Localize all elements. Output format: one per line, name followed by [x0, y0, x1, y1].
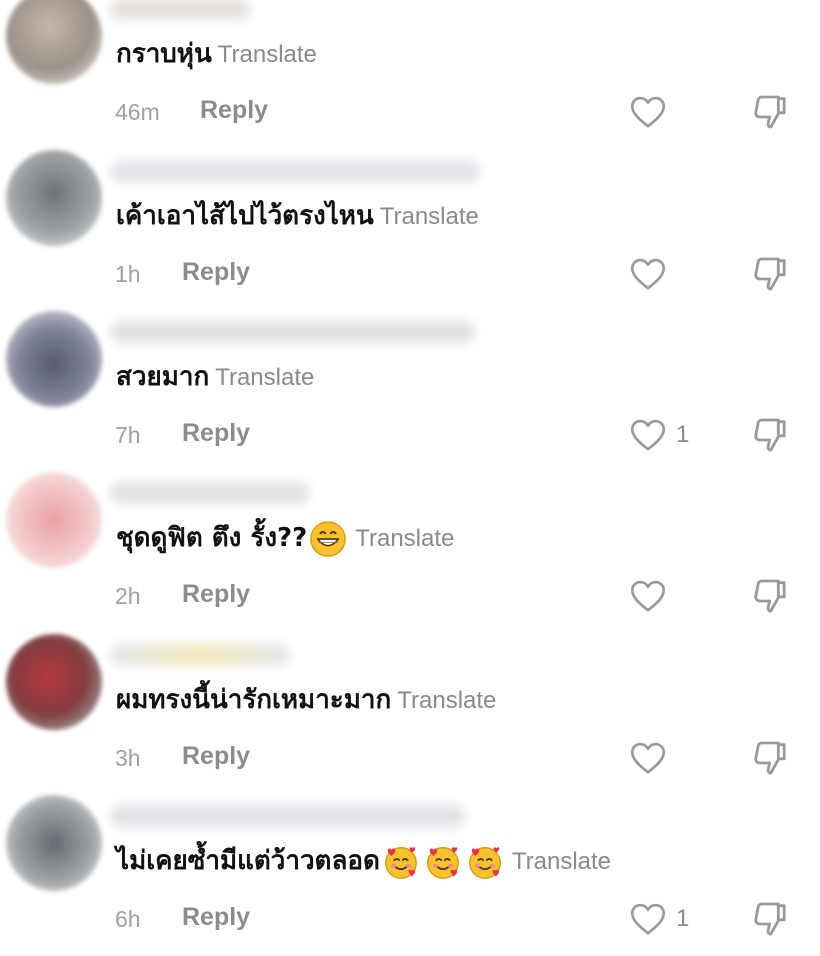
reply-button[interactable]: Reply	[182, 580, 250, 609]
like-button[interactable]: 1	[630, 415, 689, 455]
translate-link[interactable]: Translate	[215, 364, 314, 391]
reply-button[interactable]: Reply	[182, 258, 250, 287]
like-button[interactable]	[630, 576, 676, 616]
username-blurred[interactable]	[110, 482, 310, 504]
avatar[interactable]	[6, 0, 102, 84]
comment-time: 46m	[115, 99, 160, 125]
comment-text: ไม่เคยซ้ำมีแต่ว้าวตลอด Translate	[116, 843, 611, 881]
comment-time: 6h	[115, 906, 141, 932]
like-button[interactable]	[630, 738, 676, 778]
comment-item: สวยมาก Translate 7h Reply 1	[0, 311, 820, 472]
like-button[interactable]	[630, 254, 676, 294]
comment-text: ชุดดูฟิต ตึง รั้ง?? Translate	[116, 520, 454, 558]
translate-link[interactable]: Translate	[380, 203, 479, 230]
thumbs-down-outline-icon	[754, 95, 786, 129]
comment-body: ชุดดูฟิต ตึง รั้ง??	[116, 523, 308, 553]
dislike-button[interactable]	[750, 576, 790, 621]
dislike-button[interactable]	[750, 254, 790, 299]
dislike-button[interactable]	[750, 738, 790, 783]
comment-text: เค้าเอาไส้ไปไว้ตรงไหน Translate	[116, 198, 479, 234]
comment-item: กราบหุ่น Translate 46m Reply	[0, 0, 820, 149]
reply-button[interactable]: Reply	[182, 903, 250, 932]
heart-outline-icon	[630, 742, 666, 774]
heart-outline-icon	[630, 258, 666, 290]
translate-link[interactable]: Translate	[355, 525, 454, 552]
thumbs-down-outline-icon	[754, 741, 786, 775]
comment-time: 2h	[115, 583, 141, 609]
comment-item: เค้าเอาไส้ไปไว้ตรงไหน Translate 1h Reply	[0, 150, 820, 311]
comment-time: 1h	[115, 261, 141, 287]
comment-item: ไม่เคยซ้ำมีแต่ว้าวตลอด Translate 6h Reply…	[0, 795, 820, 956]
dislike-button[interactable]	[750, 92, 790, 137]
comment-item: ผมทรงนี้น่ารักเหมาะมาก Translate 3h Reply	[0, 634, 820, 795]
username-blurred[interactable]	[110, 644, 290, 666]
thumbs-down-outline-icon	[754, 579, 786, 613]
comment-text: สวยมาก Translate	[116, 359, 314, 395]
reply-button[interactable]: Reply	[182, 419, 250, 448]
avatar[interactable]	[6, 795, 102, 891]
comment-body: ผมทรงนี้น่ารักเหมาะมาก	[116, 685, 392, 715]
comment-body: ไม่เคยซ้ำมีแต่ว้าวตลอด	[116, 846, 380, 876]
username-blurred[interactable]	[110, 160, 480, 182]
heart-outline-icon	[630, 96, 666, 128]
avatar[interactable]	[6, 472, 102, 568]
translate-link[interactable]: Translate	[218, 41, 317, 68]
comment-time: 3h	[115, 745, 141, 771]
heart-outline-icon	[630, 419, 666, 451]
smiling-face-with-hearts-icon	[468, 847, 501, 879]
comment-time: 7h	[115, 422, 141, 448]
dislike-button[interactable]	[750, 415, 790, 460]
avatar[interactable]	[6, 150, 102, 246]
like-count: 1	[676, 905, 690, 932]
username-blurred[interactable]	[110, 805, 465, 827]
heart-outline-icon	[630, 903, 666, 935]
heart-outline-icon	[630, 580, 666, 612]
thumbs-down-outline-icon	[754, 257, 786, 291]
comment-item: ชุดดูฟิต ตึง รั้ง?? Translate 2h Reply	[0, 472, 820, 633]
dislike-button[interactable]	[750, 899, 790, 944]
reply-button[interactable]: Reply	[200, 96, 268, 125]
comment-body: กราบหุ่น	[116, 39, 212, 69]
translate-link[interactable]: Translate	[512, 848, 611, 875]
translate-link[interactable]: Translate	[397, 687, 496, 714]
smiling-face-with-hearts-icon	[426, 847, 459, 879]
like-count: 1	[676, 421, 690, 448]
reply-button[interactable]: Reply	[182, 742, 250, 771]
username-blurred[interactable]	[110, 0, 250, 20]
comment-body: สวยมาก	[116, 362, 210, 392]
like-button[interactable]: 1	[630, 899, 689, 939]
grinning-face-icon	[310, 521, 347, 557]
comment-text: กราบหุ่น Translate	[116, 36, 317, 72]
smiling-face-with-hearts-icon	[384, 847, 417, 879]
comment-body: เค้าเอาไส้ไปไว้ตรงไหน	[116, 201, 374, 231]
like-button[interactable]	[630, 92, 676, 132]
avatar[interactable]	[6, 311, 102, 407]
thumbs-down-outline-icon	[754, 902, 786, 936]
comment-text: ผมทรงนี้น่ารักเหมาะมาก Translate	[116, 682, 496, 718]
thumbs-down-outline-icon	[754, 418, 786, 452]
avatar[interactable]	[6, 634, 102, 730]
username-blurred[interactable]	[110, 321, 475, 343]
